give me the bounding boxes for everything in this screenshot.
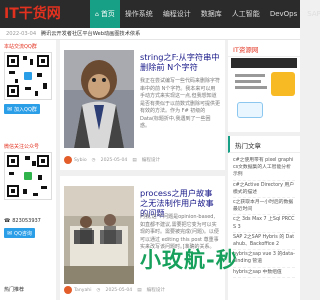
hot-article-link[interactable]: c之 3ds Max 7 上Sql PRCCS 3: [233, 215, 295, 233]
post-card[interactable]: process之用户故事之无法制作用户故事的问题 问我,这 个问题是opinio…: [60, 176, 225, 300]
chat-bubble-icon: [237, 102, 263, 118]
notice-date: 2022-03-04: [6, 31, 37, 37]
qq-icon: ✉: [7, 105, 13, 113]
post-excerpt: 我正在尝试编写一些代码来删除字符串中的前 N个字符。我本来可以用手动方式来实现这…: [140, 78, 221, 129]
home-icon: ⌂: [95, 10, 99, 18]
hot-article-link[interactable]: SAP 2之SAP Hybris 的 Datahub、Backoffice 2: [233, 233, 295, 251]
recommend-title: 热门推荐: [4, 287, 25, 293]
hot-article-link[interactable]: hybris之sap vue 3 的data-binding 管道: [233, 250, 295, 268]
promo-title: IT资源网: [228, 40, 300, 57]
wechat-title: 微信关注公众号: [4, 144, 40, 150]
post-date: 2025-05-04: [100, 157, 128, 163]
folder-icon: ▤: [137, 287, 142, 293]
post-date: 2025-05-04: [105, 287, 133, 293]
qq-consult-button[interactable]: ✉ QQ咨询: [4, 228, 35, 238]
chat-icon: ✉: [7, 229, 13, 237]
qq-group-title: 本站交流QQ群: [4, 44, 37, 50]
hot-article-link[interactable]: hybris之sap 中数组值: [233, 268, 295, 278]
folder-icon: ▤: [132, 157, 137, 163]
hot-articles-list: c#之使用带有 pixel graphics文数据集的人工智能分析示例 c#之A…: [228, 153, 300, 281]
post-card[interactable]: string之F:从字符串中删除前 N个字符 我正在尝试编写一些代码来删除字符串…: [60, 40, 225, 170]
notice-text[interactable]: 腾讯云开发者社区平台Web动画图技术依系: [41, 31, 141, 37]
post-author[interactable]: Tanyahi: [74, 288, 92, 293]
qq-number: ☎ 823053937: [4, 218, 41, 224]
wechat-logo-icon: [23, 171, 33, 181]
hot-article-link[interactable]: c#之使用带有 pixel graphics文数据集的人工智能分析示例: [233, 156, 295, 181]
nav-item-home[interactable]: ⌂ 首页: [90, 0, 120, 28]
nav-item-database[interactable]: 数据库: [196, 0, 227, 28]
left-sidebar: 本站交流QQ群 ✉ 加入QQ群 微信关注公众号 ☎ 823053937 ✉ QQ咨询 …: [0, 40, 56, 300]
main-nav: ⌂ 首页 操作系统 编程设计 数据库 人工智能 DevOps SAP: [90, 0, 320, 28]
nav-item-programming[interactable]: 编程设计: [158, 0, 196, 28]
join-qq-group-button[interactable]: ✉ 加入QQ群: [4, 104, 40, 114]
right-sidebar: IT资源网 热门文章 c#之使用带有 pixel graphics文数据集的人工…: [228, 40, 300, 300]
author-avatar: [64, 156, 72, 164]
qq-logo-icon: [23, 71, 33, 81]
post-title[interactable]: string之F:从字符串中删除前 N个字符: [140, 52, 220, 72]
site-logo[interactable]: IT干货网: [4, 3, 61, 23]
code-icon: [271, 72, 295, 96]
hot-articles-card: 热门文章 c#之使用带有 pixel graphics文数据集的人工智能分析示例…: [228, 136, 300, 300]
promo-image[interactable]: [231, 58, 297, 128]
author-avatar: [64, 286, 72, 294]
post-category[interactable]: 编程设计: [147, 287, 165, 293]
post-thumbnail-office[interactable]: [64, 186, 134, 284]
clock-icon: ◷: [96, 287, 101, 293]
hot-article-link[interactable]: c#之Active Directory 用户模式的描述: [233, 181, 295, 199]
hot-article-link[interactable]: c之获取本月一小时后的数据最近时间: [233, 198, 295, 216]
top-navigation-bar: IT干货网 ⌂ 首页 操作系统 编程设计 数据库 人工智能 DevOps SAP: [0, 0, 320, 28]
nav-item-ai[interactable]: 人工智能: [227, 0, 265, 28]
watermark-text: 小玫航-秒: [140, 248, 238, 272]
post-author[interactable]: Sybio: [74, 158, 87, 163]
post-thumbnail-monkey[interactable]: [64, 50, 134, 148]
post-meta: Sybio ◷ 2025-05-04 ▤ 编程设计: [64, 156, 165, 164]
clock-icon: ◷: [91, 157, 96, 163]
post-meta: Tanyahi ◷ 2025-05-04 ▤ 编程设计: [64, 286, 170, 294]
phone-icon: ☎: [4, 218, 11, 224]
qq-group-qr-code: [4, 52, 52, 100]
wechat-qr-code: [4, 152, 52, 200]
nav-item-sap[interactable]: SAP: [302, 0, 320, 28]
nav-item-devops[interactable]: DevOps: [265, 0, 302, 28]
promo-card: IT资源网: [228, 40, 300, 132]
notice-bar: 2022-03-04 腾讯云开发者社区平台Web动画图技术依系: [0, 28, 300, 40]
nav-item-os[interactable]: 操作系统: [120, 0, 158, 28]
post-category[interactable]: 编程设计: [142, 157, 160, 163]
hot-articles-title: 热门文章: [228, 136, 300, 153]
